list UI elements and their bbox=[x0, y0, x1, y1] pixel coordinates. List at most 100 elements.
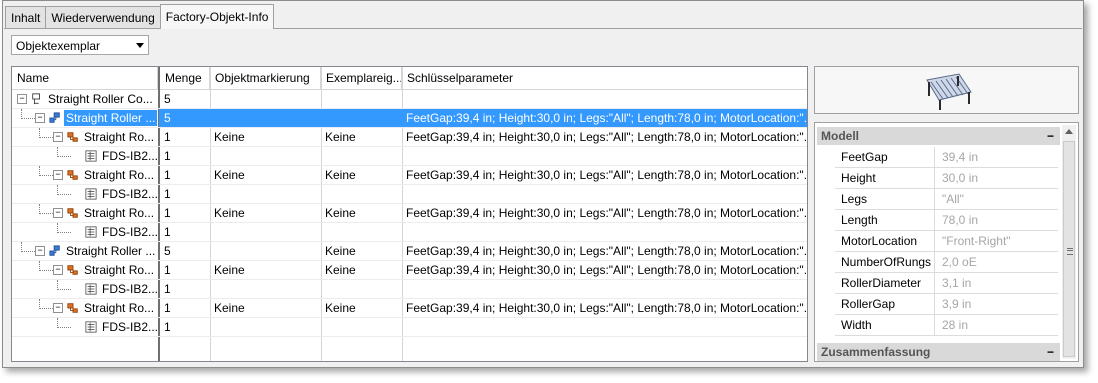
row-name-text: FDS-IB2... bbox=[102, 187, 158, 201]
tab-inhalt[interactable]: Inhalt bbox=[5, 6, 47, 28]
tree-connector bbox=[57, 232, 71, 233]
property-value: 78,0 in bbox=[942, 213, 979, 227]
right-panel: Modell − FeetGap 39,4 in Height 30,0 in Legs… bbox=[814, 66, 1079, 362]
cell-schluesselparameter: FeetGap:39,4 in; Height:30,0 in; Legs:"A… bbox=[406, 168, 807, 182]
collapse-toggle-icon[interactable]: − bbox=[35, 113, 45, 123]
tree-row[interactable]: − Straight Ro... 1 Keine Keine FeetGap:39,4 i… bbox=[12, 128, 807, 147]
part-icon bbox=[67, 132, 78, 142]
property-row[interactable]: NumberOfRungs 2,0 oE bbox=[835, 252, 1058, 273]
section-title: Zusammenfassung bbox=[821, 345, 931, 359]
column-header-schluesselparameter[interactable]: Schlüsselparameter bbox=[402, 67, 807, 89]
property-row[interactable]: MotorLocation "Front-Right" bbox=[835, 231, 1058, 252]
cell-schluesselparameter bbox=[402, 185, 807, 203]
tree-row[interactable]: − Straight Roller Co... 5 bbox=[12, 90, 807, 109]
cell-menge: 1 bbox=[164, 263, 171, 277]
tree-row[interactable]: FDS-IB2... 1 bbox=[12, 223, 807, 242]
collapse-toggle-icon[interactable]: − bbox=[53, 265, 63, 275]
tree-connector bbox=[57, 289, 71, 290]
tree-connector bbox=[39, 213, 53, 214]
scroll-up-arrow-icon[interactable] bbox=[1065, 129, 1073, 134]
cell-exemplareig bbox=[321, 280, 402, 298]
cell-schluesselparameter bbox=[402, 223, 807, 241]
roller-conveyor-thumbnail-icon bbox=[926, 73, 972, 110]
column-header-exemplareig[interactable]: Exemplareig... bbox=[321, 67, 402, 89]
cell-exemplareig bbox=[321, 318, 402, 336]
property-name: Legs bbox=[835, 189, 935, 209]
property-row[interactable]: Width 28 in bbox=[835, 315, 1058, 336]
property-name: MotorLocation bbox=[835, 231, 935, 251]
row-name-text: Straight Ro... bbox=[84, 130, 155, 144]
collapse-icon[interactable]: − bbox=[1047, 343, 1054, 361]
row-name-text: FDS-IB2... bbox=[102, 149, 158, 163]
property-name: Length bbox=[835, 210, 935, 230]
cell-name: Straight Ro... bbox=[82, 261, 158, 279]
cell-objektmarkierung bbox=[210, 185, 321, 203]
cell-name: Straight Ro... bbox=[82, 204, 158, 222]
property-name: FeetGap bbox=[835, 147, 935, 167]
tree-row[interactable]: − Straight Ro... 1 Keine Keine FeetGap:39,4 i… bbox=[12, 166, 807, 185]
tree-row[interactable]: FDS-IB2... 1 bbox=[12, 147, 807, 166]
property-value: "Front-Right" bbox=[942, 234, 1011, 248]
tree-row[interactable]: FDS-IB2... 1 bbox=[12, 185, 807, 204]
cell-objektmarkierung: Keine bbox=[214, 301, 245, 315]
tree-row[interactable]: − Straight Ro... 1 Keine Keine FeetGap:39,4 i… bbox=[12, 261, 807, 280]
section-modell[interactable]: Modell − bbox=[817, 127, 1060, 145]
section-zusammenfassung[interactable]: Zusammenfassung − bbox=[817, 343, 1060, 361]
cell-schluesselparameter bbox=[402, 318, 807, 336]
column-header-menge[interactable]: Menge bbox=[158, 67, 210, 89]
part-icon bbox=[67, 265, 78, 275]
collapse-toggle-icon[interactable]: − bbox=[35, 246, 45, 256]
property-value: 3,9 in bbox=[942, 297, 972, 311]
tree-row[interactable]: FDS-IB2... 1 bbox=[12, 280, 807, 299]
tab-factory-objekt-info[interactable]: Factory-Objekt-Info bbox=[159, 4, 275, 29]
scrollbar-thumb[interactable] bbox=[1063, 141, 1075, 357]
cell-objektmarkierung: Keine bbox=[214, 168, 245, 182]
collapse-icon[interactable]: − bbox=[1047, 127, 1054, 145]
cell-menge: 1 bbox=[164, 187, 171, 201]
collapse-toggle-icon[interactable]: − bbox=[17, 94, 27, 104]
row-name-text: Straight Ro... bbox=[84, 263, 155, 277]
cell-objektmarkierung bbox=[210, 147, 321, 165]
row-name-text: Straight Ro... bbox=[84, 301, 155, 315]
cell-menge: 1 bbox=[164, 282, 171, 296]
collapse-toggle-icon[interactable]: − bbox=[53, 208, 63, 218]
cell-objektmarkierung bbox=[210, 318, 321, 336]
property-row[interactable]: RollerGap 3,9 in bbox=[835, 294, 1058, 315]
tree-connector bbox=[39, 128, 40, 138]
cell-objektmarkierung bbox=[210, 242, 321, 260]
cell-exemplareig bbox=[321, 147, 402, 165]
tree-row[interactable]: − Straight Roller ... 5 FeetGap:39,4 in; He… bbox=[12, 109, 807, 128]
property-row[interactable]: RollerDiameter 3,1 in bbox=[835, 273, 1058, 294]
cell-name: Straight Ro... bbox=[82, 299, 158, 317]
object-tree-grid[interactable]: Name Menge Objektmarkierung Exemplareig.… bbox=[11, 66, 808, 362]
column-header-name[interactable]: Name bbox=[12, 67, 158, 89]
column-header-objektmarkierung[interactable]: Objektmarkierung bbox=[210, 67, 321, 89]
tree-row[interactable]: − Straight Ro... 1 Keine Keine FeetGap:39,4 i… bbox=[12, 204, 807, 223]
property-value: 3,1 in bbox=[942, 276, 972, 290]
row-name-text: Straight Ro... bbox=[84, 168, 155, 182]
cell-objektmarkierung bbox=[210, 109, 321, 127]
property-row[interactable]: FeetGap 39,4 in bbox=[835, 147, 1058, 168]
chevron-down-icon[interactable] bbox=[136, 43, 144, 48]
cell-objektmarkierung: Keine bbox=[214, 206, 245, 220]
cell-name: Straight Ro... bbox=[82, 128, 158, 146]
cell-name: FDS-IB2... bbox=[100, 147, 158, 165]
object-type-dropdown[interactable]: Objektexemplar bbox=[11, 35, 149, 55]
property-row[interactable]: Legs "All" bbox=[835, 189, 1058, 210]
properties-scrollbar[interactable] bbox=[1062, 125, 1076, 359]
subassembly-icon bbox=[49, 245, 60, 256]
tree-connector bbox=[21, 251, 35, 252]
tree-row[interactable]: − Straight Roller ... 5 Keine FeetGap:39,4 i… bbox=[12, 242, 807, 261]
property-row[interactable]: Length 78,0 in bbox=[835, 210, 1058, 231]
tree-row[interactable]: − Straight Ro... 1 Keine Keine FeetGap:39,4 i… bbox=[12, 299, 807, 318]
collapse-toggle-icon[interactable]: − bbox=[53, 132, 63, 142]
property-value: 30,0 in bbox=[942, 171, 979, 185]
cell-objektmarkierung: Keine bbox=[214, 263, 245, 277]
tab-wiederverwendung[interactable]: Wiederverwendung bbox=[45, 6, 161, 28]
collapse-toggle-icon[interactable]: − bbox=[53, 170, 63, 180]
cell-exemplareig bbox=[321, 109, 402, 127]
tree-row[interactable]: FDS-IB2... 1 bbox=[12, 318, 807, 337]
property-row[interactable]: Height 30,0 in bbox=[835, 168, 1058, 189]
property-name: Height bbox=[835, 168, 935, 188]
collapse-toggle-icon[interactable]: − bbox=[53, 303, 63, 313]
